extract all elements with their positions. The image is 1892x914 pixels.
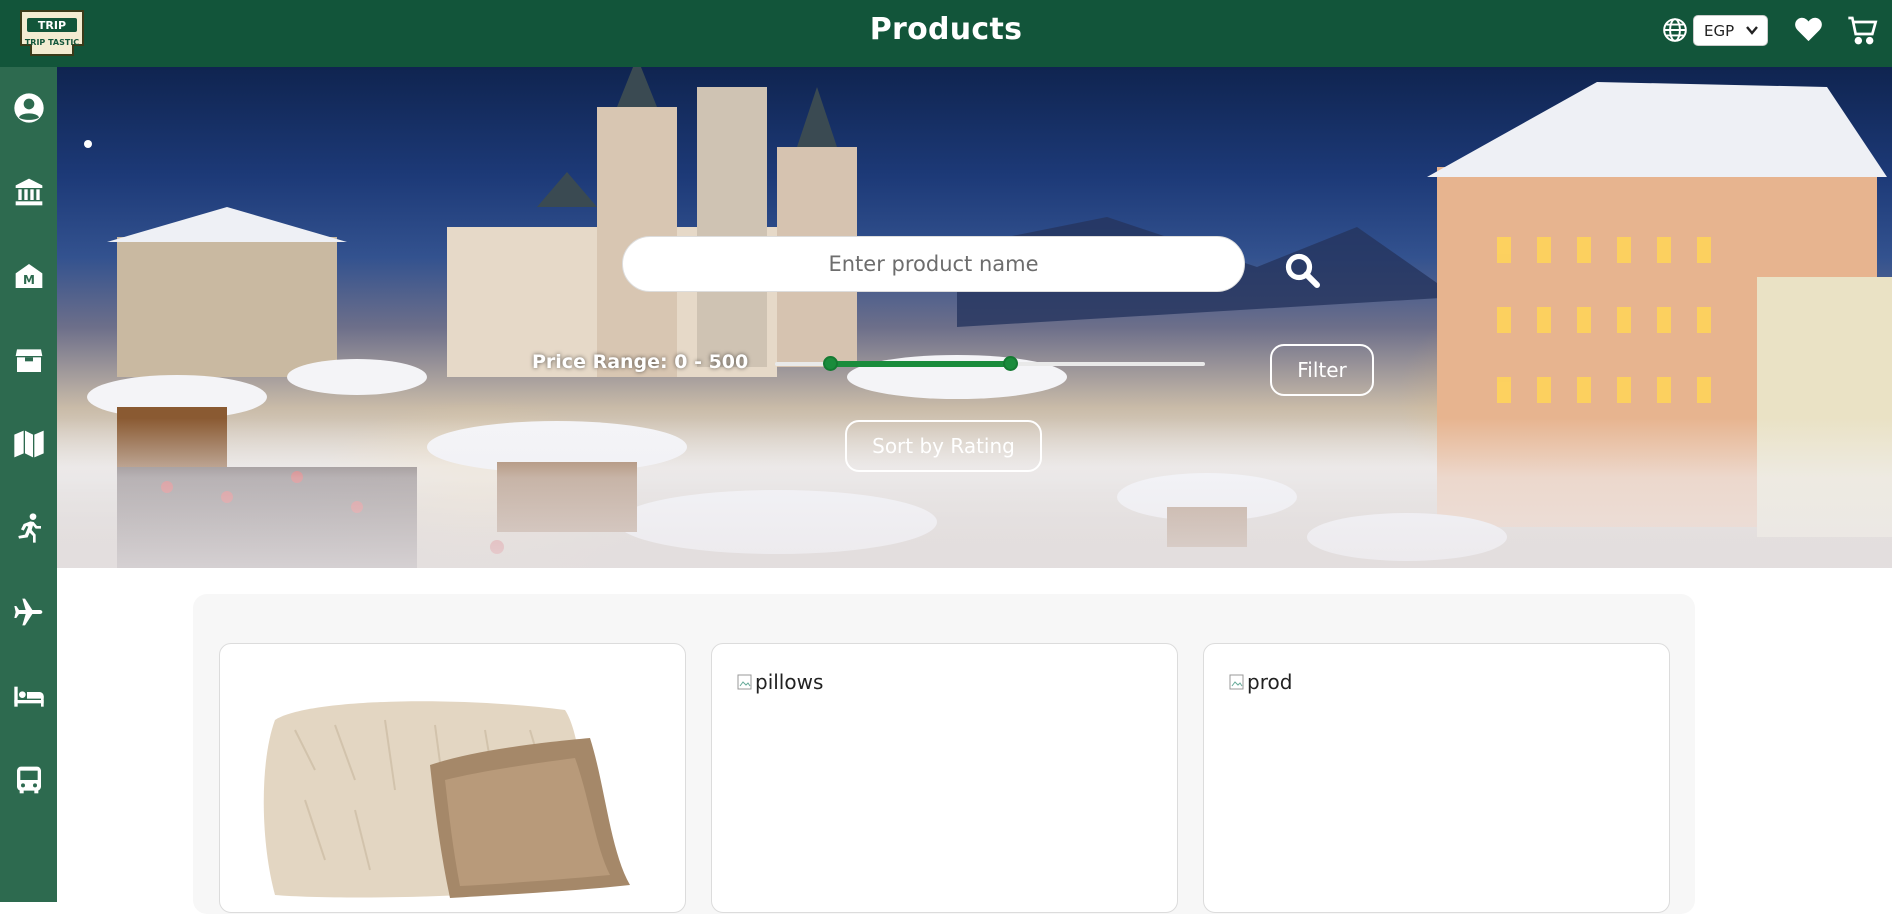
sidebar-item-transportation[interactable] — [0, 750, 57, 810]
filter-button[interactable]: Filter — [1270, 344, 1374, 396]
museum-icon — [15, 178, 42, 206]
sort-by-rating-button[interactable]: Sort by Rating — [845, 420, 1042, 472]
chevron-down-icon — [1746, 26, 1758, 35]
sidebar: M — [0, 67, 57, 902]
currency-select[interactable]: EGP — [1693, 15, 1768, 46]
price-slider-min-handle[interactable] — [823, 356, 838, 371]
sidebar-item-products[interactable] — [0, 330, 57, 390]
bus-icon — [16, 766, 41, 794]
user-icon — [13, 93, 44, 123]
product-card[interactable] — [219, 643, 686, 913]
search-placeholder: Enter product name — [828, 252, 1039, 276]
product-image-alt: prod — [1247, 670, 1293, 694]
search-input[interactable]: Enter product name — [622, 236, 1245, 292]
bed-icon — [13, 686, 44, 707]
sidebar-item-activities[interactable] — [0, 498, 57, 558]
product-card[interactable]: prod — [1203, 643, 1670, 913]
box-icon — [15, 349, 42, 372]
top-bar: TRIP TRIP TASTIC Products EGP — [0, 0, 1892, 67]
product-image-pillows[interactable] — [245, 670, 657, 910]
cart-icon[interactable] — [1847, 14, 1879, 46]
globe-icon[interactable] — [1662, 17, 1688, 43]
product-image-alt: pillows — [755, 670, 824, 694]
heart-icon[interactable] — [1793, 14, 1824, 45]
product-card[interactable]: pillows — [711, 643, 1178, 913]
sidebar-item-museums[interactable] — [0, 162, 57, 222]
sidebar-item-flights[interactable] — [0, 582, 57, 642]
plane-icon — [13, 598, 42, 626]
sidebar-item-itineraries[interactable] — [0, 414, 57, 474]
running-icon — [17, 513, 41, 543]
page-title: Products — [869, 12, 1023, 47]
search-icon[interactable] — [1284, 252, 1320, 288]
sidebar-item-places[interactable]: M — [0, 246, 57, 306]
hero-banner — [57, 67, 1892, 568]
svg-text:M: M — [23, 273, 35, 287]
product-image-broken[interactable]: prod — [1229, 670, 1292, 694]
price-slider-max-handle[interactable] — [1003, 356, 1018, 371]
product-image-broken[interactable]: pillows — [737, 670, 823, 694]
broken-image-icon — [737, 674, 752, 690]
currency-value: EGP — [1704, 21, 1735, 40]
broken-image-icon — [1229, 674, 1244, 690]
sidebar-item-hotels[interactable] — [0, 666, 57, 726]
map-icon — [13, 430, 44, 458]
sidebar-item-profile[interactable] — [0, 78, 57, 138]
landmark-icon: M — [15, 264, 42, 288]
price-slider-fill — [830, 361, 1010, 367]
price-range-label: Price Range: 0 - 500 — [532, 351, 749, 373]
